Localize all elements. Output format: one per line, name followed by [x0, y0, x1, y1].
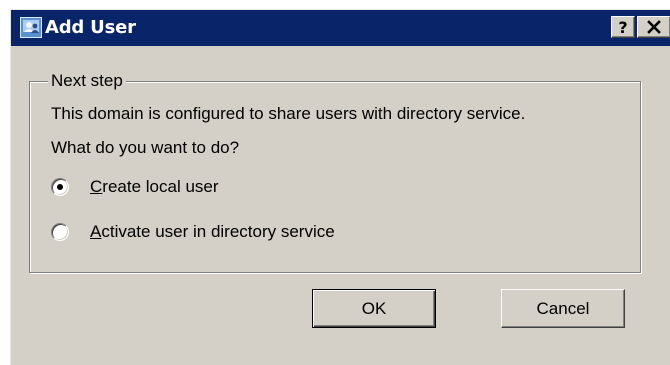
- ok-button[interactable]: OK: [312, 289, 436, 328]
- description-text: This domain is configured to share users…: [51, 104, 526, 123]
- label-rest: ctivate user in directory service: [101, 222, 335, 241]
- close-button[interactable]: [637, 16, 670, 38]
- title-bar[interactable]: Add User ?: [11, 10, 670, 46]
- add-user-app-icon: [20, 17, 42, 38]
- create-local-user-label[interactable]: Create local user: [90, 176, 219, 198]
- help-button[interactable]: ?: [611, 16, 635, 38]
- radio-dot: [57, 184, 63, 190]
- mnemonic-letter: A: [90, 222, 102, 241]
- create-local-user-radio[interactable]: Create local user: [51, 175, 219, 199]
- question-text: What do you want to do?: [51, 138, 240, 157]
- mnemonic-letter: C: [90, 177, 103, 196]
- label-rest: reate local user: [102, 177, 219, 196]
- close-icon: [647, 20, 661, 34]
- window-title: Add User: [45, 17, 136, 38]
- activate-directory-user-radio[interactable]: Activate user in directory service: [51, 220, 335, 244]
- activate-directory-user-label[interactable]: Activate user in directory service: [90, 221, 335, 243]
- cancel-button[interactable]: Cancel: [501, 289, 625, 328]
- radio-button-selected[interactable]: [51, 178, 69, 196]
- radio-button-unselected[interactable]: [51, 223, 69, 241]
- groupbox-legend: Next step: [48, 70, 126, 92]
